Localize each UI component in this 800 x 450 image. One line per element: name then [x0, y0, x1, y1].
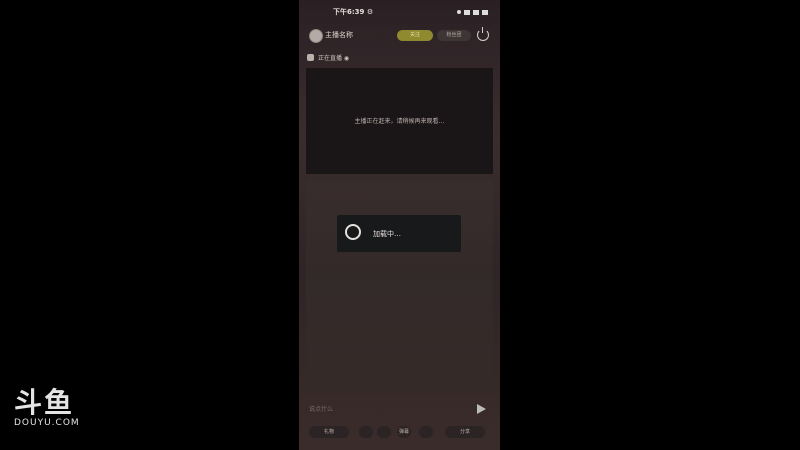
status-icons — [457, 9, 488, 15]
loading-toast: 加载中… — [337, 215, 461, 252]
chat-area[interactable] — [306, 180, 493, 393]
loading-spinner-icon — [345, 224, 361, 240]
share-button[interactable]: 分享 — [445, 426, 485, 438]
gift-button[interactable]: 礼物 — [309, 426, 349, 438]
battery-icon — [482, 9, 488, 15]
status-time: 下午6:39 ⚙ — [333, 8, 374, 16]
more-icon[interactable] — [419, 426, 433, 438]
live-status-row: 正在直播 ◉ — [307, 51, 492, 63]
username[interactable]: 主播名称 — [325, 30, 353, 40]
send-icon[interactable] — [477, 404, 486, 414]
phone-screen: 下午6:39 ⚙ 主播名称 关注 粉丝团 正在直播 ◉ 主播正在赶来，请稍候再来… — [299, 0, 500, 450]
video-player[interactable]: 主播正在赶来，请稍候再来观看… — [306, 68, 493, 174]
emoji-icon[interactable] — [359, 426, 373, 438]
hand-icon — [307, 53, 314, 61]
barrage-button[interactable]: 弹幕 — [397, 426, 411, 438]
video-message: 主播正在赶来，请稍候再来观看… — [354, 118, 445, 125]
status-bar: 下午6:39 ⚙ — [299, 5, 500, 19]
chat-input-row[interactable]: 说点什么 — [307, 402, 492, 416]
follow-button[interactable]: 关注 — [397, 30, 433, 41]
room-header: 主播名称 关注 粉丝团 — [307, 27, 492, 45]
refresh-icon[interactable] — [377, 426, 391, 438]
douyu-watermark: 斗鱼 DOUYU.COM — [14, 386, 80, 429]
loading-text: 加载中… — [373, 230, 401, 238]
notification-icon — [457, 10, 461, 14]
chat-input[interactable]: 说点什么 — [309, 404, 333, 413]
watermark-domain: DOUYU.COM — [14, 418, 80, 428]
bottom-toolbar: 礼物 弹幕 分享 — [307, 426, 492, 440]
fan-club-button[interactable]: 粉丝团 — [437, 30, 471, 41]
power-icon[interactable] — [477, 27, 489, 41]
signal-icon — [464, 9, 470, 15]
wifi-icon — [473, 9, 479, 15]
watermark-logo: 斗鱼 — [14, 386, 75, 419]
avatar[interactable] — [309, 29, 323, 43]
live-status-label: 正在直播 ◉ — [318, 54, 350, 62]
